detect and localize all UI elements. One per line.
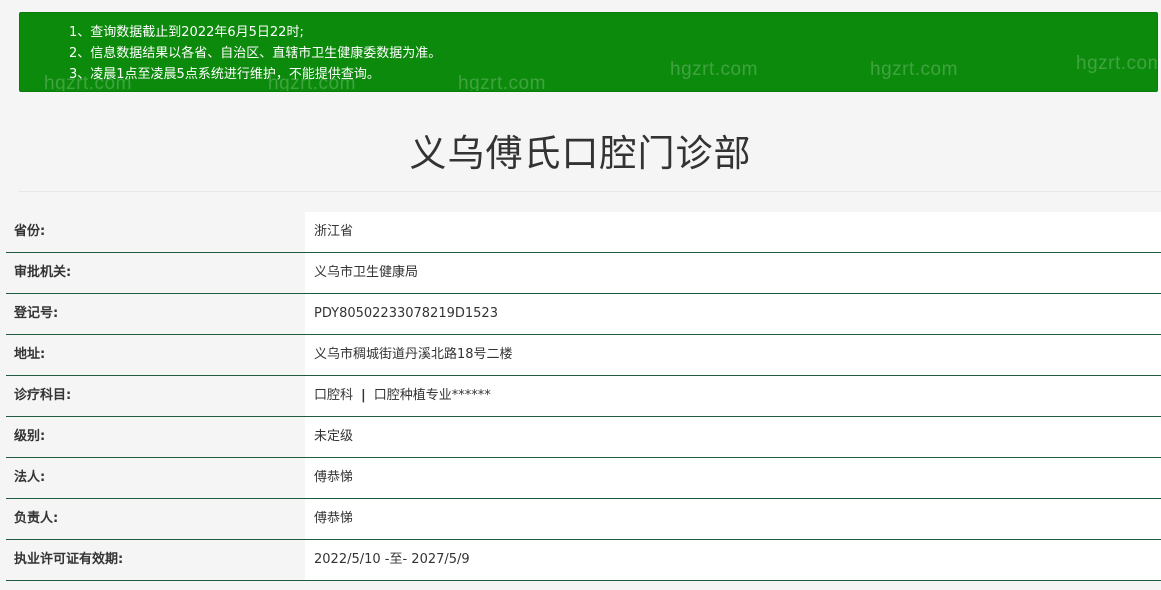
row-label: 级别: (6, 417, 305, 457)
row-value: 义乌市稠城街道丹溪北路18号二楼 (305, 335, 1161, 375)
row-value: 口腔科 | 口腔种植专业****** (305, 376, 1161, 416)
table-row: 负责人: 傅恭悌 (6, 499, 1161, 540)
row-label: 执业许可证有效期: (6, 540, 305, 580)
watermark: hgzrt.com (670, 59, 758, 80)
notice-line: 3、凌晨1点至凌晨5点系统进行维护，不能提供查询。 (69, 67, 380, 82)
separator: | (361, 388, 366, 403)
table-row: 执业许可证有效期: 2022/5/10 -至- 2027/5/9 (6, 540, 1161, 581)
notice-banner: 1、查询数据截止到2022年6月5日22时; 2、信息数据结果以各省、自治区、直… (19, 12, 1158, 92)
table-row: 法人: 傅恭悌 (6, 458, 1161, 499)
department-item: 口腔种植专业****** (373, 388, 491, 403)
row-value: 傅恭悌 (305, 499, 1161, 539)
row-label: 省份: (6, 212, 305, 252)
row-value: PDY80502233078219D1523 (305, 294, 1161, 334)
page-title: 义乌傅氏口腔门诊部 (409, 132, 752, 175)
divider (19, 191, 1161, 192)
notice-line: 1、查询数据截止到2022年6月5日22时; (69, 25, 304, 40)
notice-line: 2、信息数据结果以各省、自治区、直辖市卫生健康委数据为准。 (69, 46, 442, 61)
info-table: 省份: 浙江省 审批机关: 义乌市卫生健康局 登记号: PDY805022330… (6, 212, 1161, 581)
row-label: 负责人: (6, 499, 305, 539)
watermark: hgzrt.com (458, 73, 546, 92)
watermark: hgzrt.com (1076, 53, 1158, 74)
row-label: 地址: (6, 335, 305, 375)
table-row: 省份: 浙江省 (6, 212, 1161, 253)
row-label: 法人: (6, 458, 305, 498)
table-row: 级别: 未定级 (6, 417, 1161, 458)
row-label: 诊疗科目: (6, 376, 305, 416)
table-row: 诊疗科目: 口腔科 | 口腔种植专业****** (6, 376, 1161, 417)
row-label: 审批机关: (6, 253, 305, 293)
department-item: 口腔科 (314, 388, 354, 403)
row-value: 2022/5/10 -至- 2027/5/9 (305, 540, 1161, 580)
watermark: hgzrt.com (870, 59, 958, 80)
row-value: 义乌市卫生健康局 (305, 253, 1161, 293)
row-value: 浙江省 (305, 212, 1161, 252)
table-row: 登记号: PDY80502233078219D1523 (6, 294, 1161, 335)
row-value: 傅恭悌 (305, 458, 1161, 498)
table-row: 审批机关: 义乌市卫生健康局 (6, 253, 1161, 294)
row-label: 登记号: (6, 294, 305, 334)
table-row: 地址: 义乌市稠城街道丹溪北路18号二楼 (6, 335, 1161, 376)
row-value: 未定级 (305, 417, 1161, 457)
notice-list: 1、查询数据截止到2022年6月5日22时; 2、信息数据结果以各省、自治区、直… (69, 22, 441, 85)
